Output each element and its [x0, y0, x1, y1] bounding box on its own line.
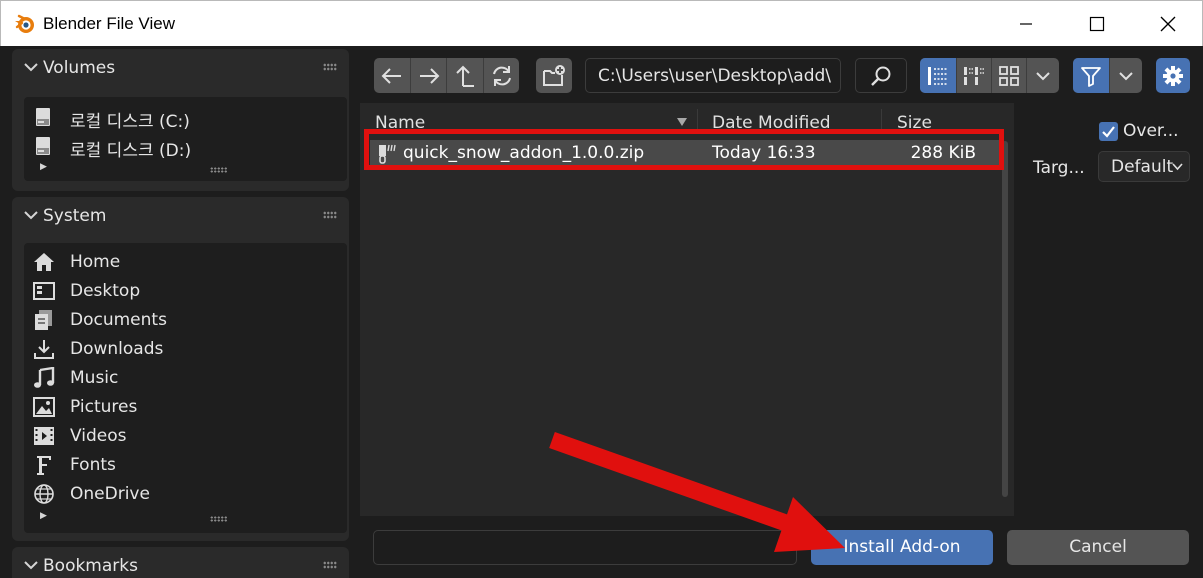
new-folder-icon: [543, 64, 565, 86]
checkmark-icon: [1102, 126, 1115, 138]
thumbnails-icon: [999, 65, 1019, 86]
home-icon: [34, 253, 54, 271]
sort-descending-icon[interactable]: [676, 117, 688, 127]
navigation-buttons: [374, 58, 519, 93]
expand-triangle-icon[interactable]: ▶: [40, 162, 47, 172]
filename-input[interactable]: [373, 530, 797, 565]
title-bar: Blender File View: [0, 0, 1203, 46]
sidebar-item-videos[interactable]: Videos: [24, 422, 347, 450]
system-panel-title: System: [43, 206, 107, 226]
forward-button[interactable]: [411, 58, 446, 93]
close-icon: [1160, 16, 1176, 32]
sidebar-item-music[interactable]: Music: [24, 364, 347, 392]
refresh-icon: [492, 65, 511, 86]
window-title: Blender File View: [43, 14, 175, 33]
file-list-scrollbar[interactable]: [1002, 141, 1008, 497]
back-icon: [381, 67, 401, 84]
filter-icon: [1081, 66, 1101, 87]
refresh-button[interactable]: [484, 58, 519, 93]
drive-icon: [36, 137, 50, 155]
parent-directory-icon: [456, 65, 474, 87]
cancel-button[interactable]: Cancel: [1007, 530, 1189, 565]
new-folder-button[interactable]: [536, 58, 572, 93]
maximize-button[interactable]: [1062, 1, 1132, 47]
drag-handle-icon[interactable]: [323, 63, 337, 71]
overwrite-checkbox[interactable]: [1099, 122, 1118, 141]
volumes-panel-title: Volumes: [43, 58, 116, 78]
sidebar-item-downloads[interactable]: Downloads: [24, 335, 347, 363]
thumbnails-button[interactable]: [992, 58, 1026, 93]
chevron-down-icon: [24, 63, 38, 72]
chevron-down-icon: [24, 211, 38, 220]
close-button[interactable]: [1133, 1, 1203, 47]
filter-toggle-button[interactable]: [1073, 58, 1109, 93]
back-button[interactable]: [374, 58, 410, 93]
bookmarks-panel: Bookmarks: [12, 547, 349, 578]
highlight-annotation: [364, 129, 1004, 170]
drag-handle-icon[interactable]: [323, 211, 337, 219]
chevron-down-icon: [1036, 71, 1050, 80]
install-addon-button[interactable]: Install Add-on: [811, 530, 993, 565]
volumes-list: 로컬 디스크 (C:) 로컬 디스크 (D:) ▶: [24, 97, 347, 181]
vertical-list-icon: [928, 66, 948, 85]
settings-button[interactable]: [1156, 58, 1190, 93]
parent-directory-button[interactable]: [447, 58, 483, 93]
sidebar-item-fonts[interactable]: Fonts: [24, 451, 347, 479]
videos-icon: [34, 427, 54, 445]
sidebar-item-drive-c[interactable]: 로컬 디스크 (C:): [24, 103, 347, 132]
directory-path-field[interactable]: C:\Users\user\Desktop\add\: [585, 58, 841, 93]
horizontal-list-icon: [964, 66, 984, 85]
system-list: Home Desktop Documents Downloads Music P…: [24, 243, 347, 533]
search-icon: [871, 66, 891, 86]
filter-buttons: [1073, 58, 1142, 93]
horizontal-list-button[interactable]: [957, 58, 991, 93]
vertical-list-button[interactable]: [920, 58, 956, 93]
forward-icon: [419, 67, 439, 84]
volumes-panel: Volumes 로컬 디스크 (C:) 로컬 디스크 (D:) ▶: [12, 49, 349, 191]
sidebar-item-documents[interactable]: Documents: [24, 306, 347, 334]
sidebar-item-drive-d[interactable]: 로컬 디스크 (D:): [24, 132, 347, 161]
system-panel: System Home Desktop Documents Downloads: [12, 197, 349, 541]
bookmarks-panel-title: Bookmarks: [43, 556, 138, 576]
blender-logo-icon: [15, 14, 34, 33]
volumes-panel-header[interactable]: Volumes: [12, 49, 349, 87]
drag-handle-icon[interactable]: [323, 561, 337, 569]
target-label: Targ...: [1033, 158, 1085, 178]
overwrite-label: Over...: [1123, 121, 1179, 141]
pictures-icon: [33, 397, 55, 417]
file-browser: Volumes 로컬 디스크 (C:) 로컬 디스크 (D:) ▶ System: [0, 46, 1203, 578]
gear-icon: [1163, 65, 1183, 86]
fonts-icon: [37, 456, 51, 475]
chevron-down-icon: [1119, 71, 1133, 80]
onedrive-icon: [34, 484, 54, 504]
bookmarks-panel-header[interactable]: Bookmarks: [12, 547, 349, 578]
target-dropdown[interactable]: Default: [1098, 151, 1190, 182]
resize-grip-icon[interactable]: [210, 167, 228, 173]
maximize-icon: [1089, 16, 1105, 32]
sidebar-item-onedrive[interactable]: OneDrive: [24, 480, 347, 508]
music-icon: [34, 367, 55, 388]
system-panel-header[interactable]: System: [12, 197, 349, 235]
sidebar-item-desktop[interactable]: Desktop: [24, 277, 347, 305]
display-settings-dropdown[interactable]: [1027, 58, 1059, 93]
minimize-icon: [1020, 23, 1032, 25]
downloads-icon: [34, 340, 54, 359]
search-field[interactable]: [855, 58, 907, 93]
sidebar-item-pictures[interactable]: Pictures: [24, 393, 347, 421]
minimize-button[interactable]: [991, 1, 1061, 47]
chevron-down-icon: [24, 561, 38, 570]
filter-settings-dropdown[interactable]: [1110, 58, 1142, 93]
expand-triangle-icon[interactable]: ▶: [40, 511, 47, 521]
sidebar-item-home[interactable]: Home: [24, 248, 347, 276]
desktop-icon: [33, 282, 55, 300]
drive-icon: [36, 108, 50, 126]
resize-grip-icon[interactable]: [210, 516, 228, 522]
documents-icon: [35, 310, 52, 330]
display-mode-buttons: [920, 58, 1059, 93]
chevron-down-icon: [1172, 163, 1183, 171]
